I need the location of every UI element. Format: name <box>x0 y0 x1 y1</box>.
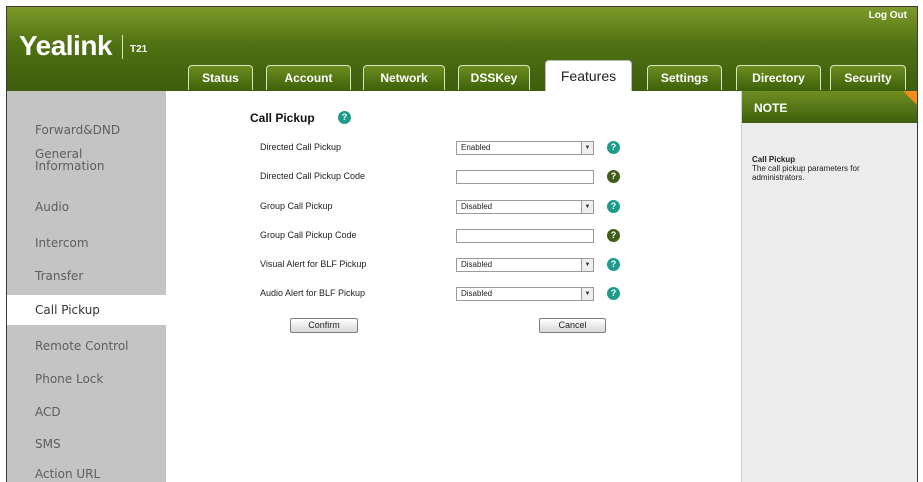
group-call-pickup-select[interactable]: Disabled ▼ <box>456 200 594 214</box>
visual-alert-blf-pickup-select[interactable]: Disabled ▼ <box>456 258 594 272</box>
tab-status[interactable]: Status <box>188 65 253 90</box>
help-icon[interactable]: ? <box>607 287 620 300</box>
row-label: Group Call Pickup <box>260 201 333 211</box>
note-text: The call pickup parameters for administr… <box>752 164 860 182</box>
tab-network[interactable]: Network <box>363 65 445 90</box>
row-label: Directed Call Pickup <box>260 142 342 152</box>
note-title: NOTE <box>754 101 788 115</box>
help-icon[interactable]: ? <box>338 111 351 124</box>
audio-alert-blf-pickup-select[interactable]: Disabled ▼ <box>456 287 594 301</box>
yealink-logo: Yealink <box>19 30 113 61</box>
top-header: Yealink T21 Log Out Status Account Netwo… <box>7 7 917 91</box>
row-label: Visual Alert for BLF Pickup <box>260 259 367 269</box>
logo-divider <box>122 35 123 59</box>
dropdown-arrow-icon[interactable]: ▼ <box>581 259 593 271</box>
tab-security[interactable]: Security <box>830 65 906 90</box>
sidebar-item-intercom[interactable]: Intercom <box>7 228 166 258</box>
model-label: T21 <box>130 44 148 55</box>
group-call-pickup-code-input[interactable] <box>456 229 594 243</box>
note-body: Call Pickup The call pickup parameters f… <box>752 155 912 182</box>
help-icon[interactable]: ? <box>607 258 620 271</box>
select-value: Disabled <box>461 202 493 211</box>
logout-link[interactable]: Log Out <box>869 10 907 21</box>
section-title: Call Pickup <box>250 111 315 125</box>
sidebar-item-phone-lock[interactable]: Phone Lock <box>7 364 166 394</box>
confirm-button[interactable]: Confirm <box>290 318 358 333</box>
help-icon[interactable]: ? <box>607 229 620 242</box>
note-header: NOTE <box>742 91 917 123</box>
sidebar-item-call-pickup[interactable]: Call Pickup <box>7 295 173 325</box>
tab-directory[interactable]: Directory <box>736 65 821 90</box>
sidebar-item-transfer[interactable]: Transfer <box>7 261 166 291</box>
help-icon[interactable]: ? <box>607 200 620 213</box>
tab-account[interactable]: Account <box>266 65 351 90</box>
sidebar-item-acd[interactable]: ACD <box>7 397 166 427</box>
cancel-button[interactable]: Cancel <box>539 318 606 333</box>
directed-call-pickup-code-input[interactable] <box>456 170 594 184</box>
tab-features[interactable]: Features <box>545 60 632 91</box>
browser-frame: Yealink T21 Log Out Status Account Netwo… <box>6 6 918 482</box>
dropdown-arrow-icon[interactable]: ▼ <box>581 288 593 300</box>
sidebar-item-audio[interactable]: Audio <box>7 192 166 222</box>
row-label: Audio Alert for BLF Pickup <box>260 288 366 298</box>
tab-dsskey[interactable]: DSSKey <box>458 65 530 90</box>
note-corner-icon <box>903 91 917 107</box>
sidebar: Forward&DND General Information Audio In… <box>7 91 173 482</box>
note-heading: Call Pickup <box>752 155 796 164</box>
select-value: Disabled <box>461 260 493 269</box>
row-label: Directed Call Pickup Code <box>260 171 366 181</box>
sidebar-item-remote-control[interactable]: Remote Control <box>7 331 166 361</box>
sidebar-item-general-information[interactable]: General Information <box>7 141 127 179</box>
help-icon[interactable]: ? <box>607 141 620 154</box>
note-panel: NOTE Call Pickup The call pickup paramet… <box>741 91 917 482</box>
select-value: Enabled <box>461 143 491 152</box>
main-content: Call Pickup ? Directed Call Pickup Enabl… <box>166 91 741 482</box>
dropdown-arrow-icon[interactable]: ▼ <box>581 201 593 213</box>
sidebar-item-action-url[interactable]: Action URL <box>7 459 166 482</box>
row-label: Group Call Pickup Code <box>260 230 357 240</box>
directed-call-pickup-select[interactable]: Enabled ▼ <box>456 141 594 155</box>
dropdown-arrow-icon[interactable]: ▼ <box>581 142 593 154</box>
sidebar-item-sms[interactable]: SMS <box>7 429 166 459</box>
tab-settings[interactable]: Settings <box>647 65 722 90</box>
help-icon[interactable]: ? <box>607 170 620 183</box>
select-value: Disabled <box>461 289 493 298</box>
